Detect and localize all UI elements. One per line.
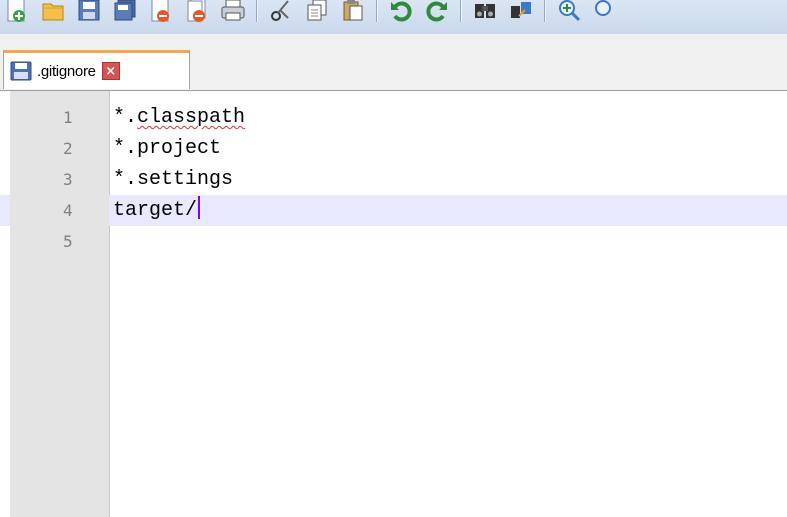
copy-icon[interactable] xyxy=(304,0,330,23)
tab-label: .gitignore xyxy=(37,62,96,80)
line-text[interactable]: *.settings xyxy=(113,164,233,195)
toolbar-separator xyxy=(256,0,258,22)
close-all-icon[interactable] xyxy=(184,0,210,23)
toolbar-separator xyxy=(460,0,462,22)
tab-bar: .gitignore × xyxy=(0,34,787,91)
undo-icon[interactable] xyxy=(388,0,414,23)
saved-file-icon xyxy=(10,61,32,81)
zoom-in-icon[interactable] xyxy=(556,0,582,23)
line-text[interactable]: *.project xyxy=(113,133,221,164)
line-number: 4 xyxy=(10,195,109,226)
notepad-window: .gitignore × 1 *.classpath 2 *.project 3… xyxy=(0,0,787,517)
new-file-icon[interactable] xyxy=(4,0,30,23)
editor-line[interactable]: 3 *.settings xyxy=(0,164,787,195)
line-text[interactable]: target/ xyxy=(113,195,201,226)
text-caret xyxy=(198,196,201,219)
editor-line[interactable]: 2 *.project xyxy=(0,133,787,164)
editor-line[interactable]: 1 *.classpath xyxy=(0,102,787,133)
line-number: 5 xyxy=(63,232,73,251)
editor-line[interactable]: 5 xyxy=(0,226,787,257)
tab-gitignore[interactable]: .gitignore × xyxy=(3,50,190,89)
line-number: 2 xyxy=(63,139,73,158)
toolbar-separator xyxy=(376,0,378,22)
open-file-icon[interactable] xyxy=(40,0,66,23)
line-number: 1 xyxy=(63,108,73,127)
toolbar xyxy=(0,0,787,34)
line-text-content: target/ xyxy=(113,199,198,222)
redo-icon[interactable] xyxy=(424,0,450,23)
save-icon[interactable] xyxy=(76,0,102,23)
toolbar-separator xyxy=(544,0,546,22)
close-tab-icon[interactable]: × xyxy=(101,62,120,80)
editor-area[interactable]: 1 *.classpath 2 *.project 3 *.settings 4… xyxy=(0,91,787,517)
paste-icon[interactable] xyxy=(340,0,366,23)
print-icon[interactable] xyxy=(220,0,246,23)
replace-icon[interactable] xyxy=(508,0,534,23)
save-all-icon[interactable] xyxy=(112,0,138,23)
editor-line-current[interactable]: 4 target/ xyxy=(0,195,787,226)
spellcheck-word: classpath xyxy=(137,106,246,129)
line-text[interactable]: *.classpath xyxy=(113,102,245,133)
find-icon[interactable] xyxy=(472,0,498,23)
cut-icon[interactable] xyxy=(268,0,294,23)
close-icon[interactable] xyxy=(148,0,174,23)
zoom-out-icon[interactable] xyxy=(592,0,618,23)
line-number: 3 xyxy=(63,170,73,189)
